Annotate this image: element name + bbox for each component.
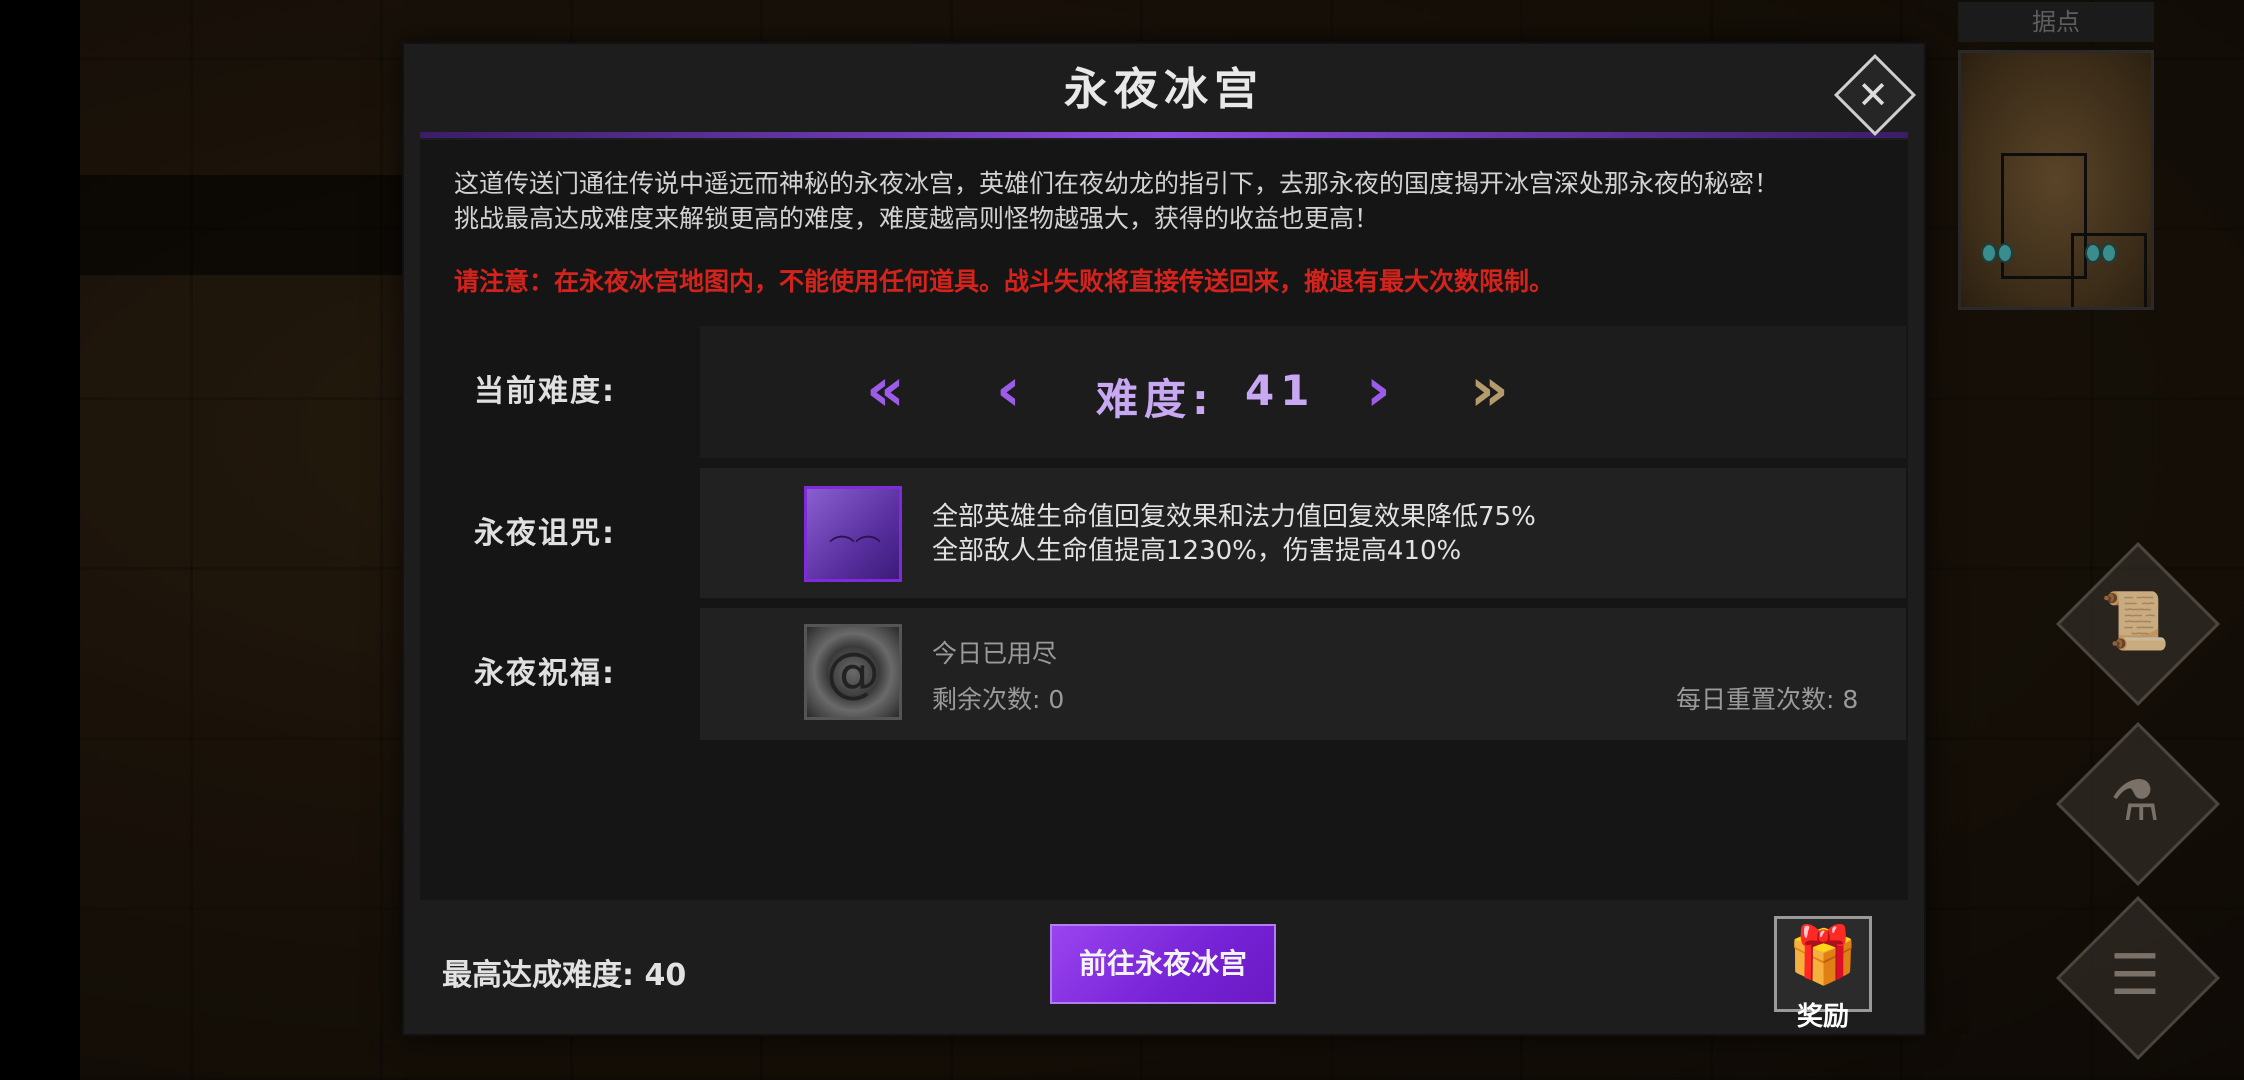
curse-effect-line: 全部敌人生命值提高1230%，伤害提高410% <box>932 536 1462 566</box>
blessing-label: 永夜祝福: <box>474 656 616 691</box>
blessing-daily-reset: 每日重置次数: 8 <box>1676 685 1859 714</box>
next-difficulty-button[interactable]: › <box>1366 360 1391 420</box>
description-line: 挑战最高达成难度来解锁更高的难度，难度越高则怪物越强大，获得的收益也更高！ <box>454 204 1380 233</box>
blessing-status: 今日已用尽 <box>932 639 1058 668</box>
first-difficulty-button[interactable]: « <box>866 360 905 420</box>
difficulty-value: 41 <box>1245 366 1316 415</box>
gift-icon: 🎁 <box>1788 923 1858 988</box>
best-difficulty: 最高达成难度: 40 <box>442 958 687 993</box>
dungeon-description: 这道传送门通往传说中遥远而神秘的永夜冰宫，英雄们在夜幼龙的指引下，去那永夜的国度… <box>454 166 1904 236</box>
minimap-title: 据点 <box>1958 2 2154 42</box>
close-icon[interactable]: ✕ <box>1840 62 1906 128</box>
minimap-marker <box>1997 243 2013 263</box>
blessing-remaining: 剩余次数: 0 <box>932 685 1065 714</box>
enter-dungeon-button[interactable]: 前往永夜冰宫 <box>1050 924 1276 1004</box>
prev-difficulty-button[interactable]: ‹ <box>996 360 1021 420</box>
last-difficulty-button[interactable]: » <box>1470 360 1509 420</box>
dialog-title: 永夜冰宫 <box>1064 64 1264 115</box>
minimap-marker <box>2085 243 2101 263</box>
swirl-icon: @ <box>804 624 902 720</box>
minimap-marker <box>1981 243 1997 263</box>
menu-list-icon: ☰ <box>2109 942 2161 1008</box>
minimap[interactable] <box>1958 50 2154 310</box>
reward-label[interactable]: 奖励 <box>1774 996 1872 1033</box>
difficulty-label: 当前难度: <box>474 374 616 409</box>
potion-icon: ⚗ <box>2109 768 2161 834</box>
description-line: 这道传送门通往传说中遥远而神秘的永夜冰宫，英雄们在夜幼龙的指引下，去那永夜的国度… <box>454 169 1780 198</box>
minimap-marker <box>2101 243 2117 263</box>
bats-icon: ⌒⌒ <box>804 486 902 582</box>
screen-left-edge <box>0 0 80 1080</box>
curse-label: 永夜诅咒: <box>474 516 616 551</box>
curse-effects: 全部英雄生命值回复效果和法力值回复效果降低75% 全部敌人生命值提高1230%，… <box>932 500 1536 568</box>
curse-effect-line: 全部英雄生命值回复效果和法力值回复效果降低75% <box>932 502 1536 532</box>
scroll-icon: 📜 <box>2100 589 2170 654</box>
warning-text: 请注意：在永夜冰宫地图内，不能使用任何道具。战斗失败将直接传送回来，撤退有最大次… <box>454 267 1555 296</box>
title-divider <box>420 132 1908 138</box>
